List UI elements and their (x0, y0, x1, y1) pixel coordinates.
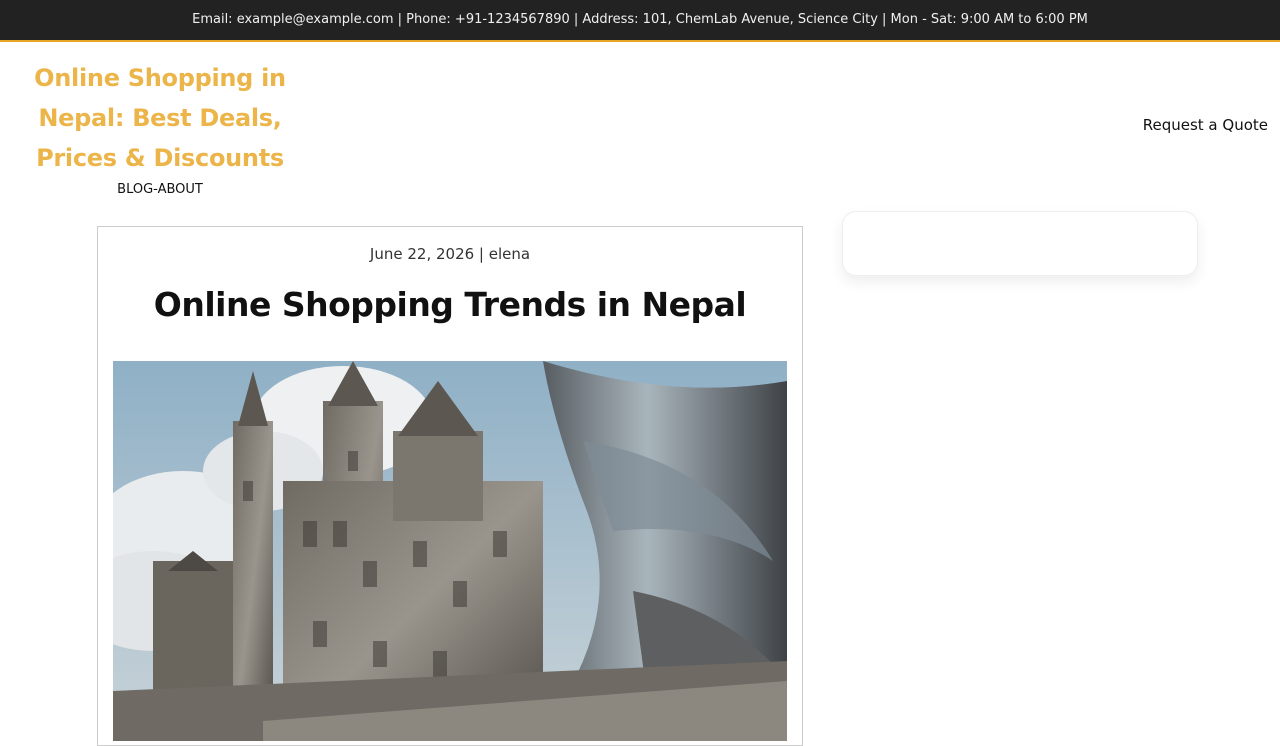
post-featured-image (113, 361, 787, 741)
post-meta: June 22, 2026 | elena (98, 245, 802, 263)
request-quote-link[interactable]: Request a Quote (1143, 116, 1268, 134)
brand: Online Shopping in Nepal: Best Deals, Pr… (30, 58, 290, 197)
meta-separator: | (474, 245, 489, 263)
nav-blog-about-link[interactable]: BLOG-ABOUT (117, 182, 203, 197)
post-title: Online Shopping Trends in Nepal (153, 285, 747, 324)
steampunk-city-illustration (113, 361, 787, 741)
site-header: Online Shopping in Nepal: Best Deals, Pr… (0, 42, 1280, 212)
post-date: June 22, 2026 (369, 245, 475, 263)
site-title-link[interactable]: Online Shopping in Nepal: Best Deals, Pr… (30, 58, 290, 178)
contact-info-text: Email: example@example.com | Phone: +91-… (192, 11, 1088, 27)
post-card: June 22, 2026 | elena Online Shopping Tr… (97, 226, 803, 746)
post-author-link[interactable]: elena (489, 245, 530, 263)
top-contact-bar: Email: example@example.com | Phone: +91-… (0, 0, 1280, 42)
sidebar-widget (842, 211, 1198, 276)
